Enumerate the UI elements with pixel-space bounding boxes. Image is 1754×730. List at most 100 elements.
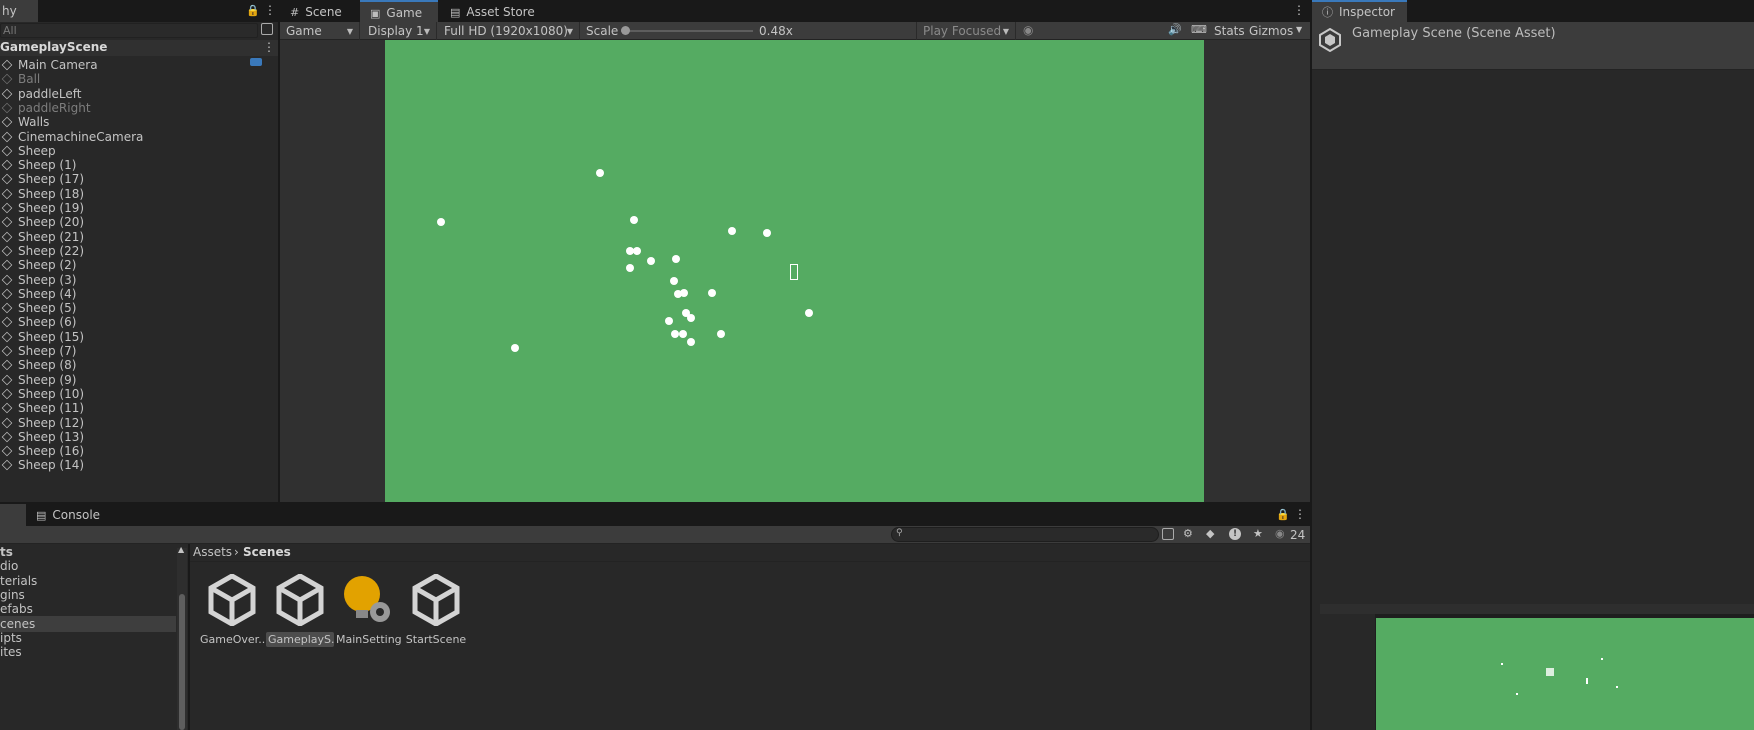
eye-icon[interactable]: ◉ (1275, 527, 1285, 540)
unity-scene-icon (402, 573, 470, 628)
project-search-input[interactable]: ⚲ (891, 527, 1159, 542)
bug-icon[interactable]: ◉ (1023, 23, 1033, 37)
tab-console[interactable]: ▤ Console (26, 504, 110, 526)
inspector-panel: ⓘ Inspector Gameplay Scene (Scene Asset) (1312, 0, 1754, 730)
hidden-count: 24 (1290, 528, 1306, 542)
asset-item[interactable]: MainSettings (334, 574, 402, 647)
lock-icon[interactable]: 🔒 (246, 4, 260, 17)
asset-item[interactable]: GameplayS... (266, 573, 334, 647)
hierarchy-tab[interactable]: hy (0, 0, 38, 22)
gameobject-cube-icon (1, 102, 13, 114)
more-options-icon[interactable]: ⋮ (1294, 507, 1306, 521)
sheep-sprite (647, 257, 655, 265)
gameobject-cube-icon (1, 374, 13, 385)
scale-slider-handle[interactable] (621, 26, 630, 35)
sheep-sprite (633, 247, 641, 255)
tab-game-label: Game (386, 6, 423, 20)
star-icon[interactable]: ★ (1253, 527, 1263, 540)
hierarchy-item[interactable]: Sheep (14) (0, 457, 84, 473)
gameobject-cube-icon (1, 302, 13, 314)
stats-button[interactable]: Stats (1214, 24, 1245, 38)
hierarchy-item-label: Sheep (7) (18, 344, 77, 358)
breadcrumb-root[interactable]: Assets (193, 545, 232, 559)
asset-item[interactable]: StartScene (402, 573, 470, 647)
label-icon[interactable]: ◆ (1206, 527, 1214, 540)
scene-header[interactable]: GameplayScene ⋮ (0, 40, 278, 56)
sheep-sprite (670, 277, 678, 285)
hierarchy-search-input[interactable]: All (0, 23, 258, 38)
gameobject-cube-icon (1, 159, 13, 171)
chevron-up-icon[interactable]: ▲ (178, 545, 184, 554)
unity-scene-icon (198, 573, 266, 628)
hierarchy-item-label: Sheep (15) (18, 329, 85, 344)
scrollbar-thumb[interactable] (179, 594, 185, 730)
gameobject-cube-icon (1, 345, 13, 357)
sheep-sprite (708, 289, 716, 297)
preview-game-view (1376, 618, 1754, 730)
hierarchy-item-label: Walls (18, 115, 50, 130)
sheep-sprite (717, 330, 725, 338)
sheep-sprite (630, 216, 638, 224)
game-view[interactable] (385, 40, 1204, 502)
gameobject-cube-icon (1, 59, 13, 71)
gameobject-cube-icon (1, 245, 13, 257)
tab-inspector[interactable]: ⓘ Inspector (1312, 0, 1407, 22)
gameobject-cube-icon (1, 145, 13, 157)
hierarchy-item-label: Sheep (16) (18, 444, 85, 459)
gameobject-cube-icon (1, 388, 13, 400)
chevron-down-icon[interactable]: ▼ (1296, 25, 1302, 34)
gameobject-cube-icon (1, 359, 13, 371)
audio-icon[interactable]: 🔊 (1168, 23, 1182, 36)
resolution-dropdown[interactable]: Full HD (1920x1080) ▼ (438, 22, 580, 40)
view-mode-dropdown[interactable]: Game ▼ (280, 22, 360, 40)
chevron-right-icon: › (234, 545, 239, 559)
keyboard-icon[interactable]: ⌨ (1191, 23, 1207, 36)
search-by-type-icon[interactable] (1162, 528, 1174, 540)
center-more-options-icon[interactable]: ⋮ (1293, 3, 1305, 17)
sheep-sprite (672, 255, 680, 263)
hierarchy-item-label: Sheep (5) (18, 301, 77, 316)
tab-asset-store[interactable]: ▤ Asset Store (440, 0, 545, 24)
console-tab-label: Console (52, 508, 101, 522)
gameobject-cube-icon (1, 417, 13, 428)
scrollbar[interactable]: ▲ (177, 545, 187, 730)
tab-game[interactable]: ▣ Game (360, 0, 438, 24)
tab-scene[interactable]: # Scene (280, 0, 352, 24)
unity-logo-icon (1318, 27, 1342, 53)
hierarchy-item-label: Sheep (14) (18, 458, 85, 473)
gameobject-cube-icon (1, 274, 13, 285)
display-dropdown[interactable]: Display 1 ▼ (362, 22, 437, 40)
hierarchy-item-label: Sheep (2) (18, 258, 77, 273)
play-mode-dropdown[interactable]: Play Focused ▼ (916, 22, 1016, 40)
project-folder-tree: ts dio terials gins efabs cenes ipts ites ▲ (0, 544, 188, 730)
gameobject-cube-icon (1, 131, 13, 142)
folder-item[interactable]: ites (0, 644, 176, 660)
project-assets-area: Assets › Scenes GameOver...GameplayS...M… (190, 544, 1310, 730)
gizmos-button[interactable]: Gizmos (1249, 24, 1293, 38)
lock-icon[interactable]: 🔒 (1276, 508, 1290, 521)
resolution-value: Full HD (1920x1080) (444, 24, 568, 38)
scene-options-icon[interactable]: ⋮ (263, 40, 275, 54)
hierarchy-item-label: paddleLeft (18, 86, 82, 101)
package-icon[interactable]: ⚙ (1183, 527, 1193, 540)
warning-filter-icon[interactable]: ! (1229, 528, 1241, 540)
gameobject-cube-icon (1, 288, 13, 300)
preview-thumbnail (1320, 604, 1754, 730)
search-by-type-icon[interactable] (261, 23, 273, 35)
scale-slider[interactable] (621, 26, 753, 35)
inspector-title: Gameplay Scene (Scene Asset) (1352, 26, 1556, 41)
scale-label: Scale (586, 24, 619, 38)
folder-item-label: cenes (0, 616, 36, 631)
sheep-sprite (626, 264, 634, 272)
gameobject-cube-icon (1, 88, 13, 99)
gameobject-cube-icon (1, 202, 13, 214)
center-tabbar: # Scene ▣ Game ▤ Asset Store ⋮ (280, 0, 1310, 24)
sheep-sprite (687, 338, 695, 346)
hierarchy-item-label: Sheep (9) (18, 372, 77, 387)
asset-item[interactable]: GameOver... (198, 573, 266, 647)
view-mode-value: Game (286, 24, 322, 38)
more-options-icon[interactable]: ⋮ (264, 3, 276, 17)
breadcrumb-current[interactable]: Scenes (243, 545, 291, 559)
game-toolbar: Game ▼ Display 1 ▼ Full HD (1920x1080) ▼… (280, 22, 1310, 40)
hierarchy-item-label: Sheep (4) (18, 286, 77, 301)
